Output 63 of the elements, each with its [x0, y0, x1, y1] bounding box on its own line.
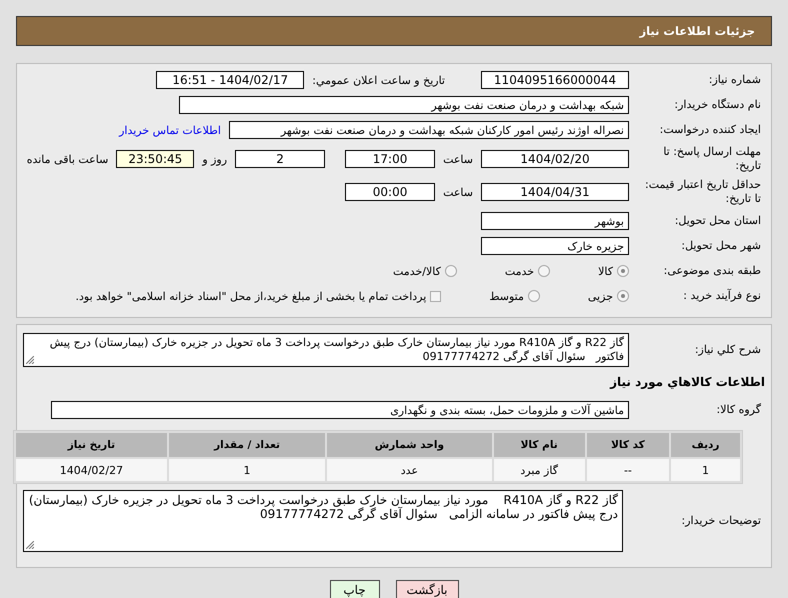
field-label: شهر محل تحويل:	[680, 239, 762, 253]
goods-group-field: ماشين آلات و ملزومات حمل، بسته بندی و نگهداری	[51, 401, 629, 419]
time-label: ساعت	[443, 186, 473, 198]
field-label: شماره نیاز:	[708, 73, 762, 87]
table-cell: عدد	[327, 459, 492, 481]
radio-label: خدمت	[504, 264, 534, 278]
requester-field: نصراله اوژند رئیس امور کارکنان شبکه بهداشت و درمان صنعت نفت بوشهر	[229, 121, 629, 139]
column-header: رديف	[671, 433, 740, 457]
column-header: واحد شمارش	[327, 433, 492, 457]
validity-date-field: 1404/04/31	[481, 183, 629, 201]
deadline-date-field: 1404/02/20	[481, 150, 629, 168]
column-header: کد کالا	[586, 433, 670, 457]
checkbox[interactable]	[430, 290, 442, 302]
deadline-time-field: 17:00	[345, 150, 436, 168]
radio-button[interactable]	[528, 290, 540, 302]
announce-date-field: 1404/02/17 - 16:51	[156, 71, 304, 89]
field-label: نام دستگاه خريدار:	[673, 98, 762, 112]
radio-label: کالا/خدمت	[393, 264, 441, 278]
city-field: جزيره خارک	[481, 237, 629, 255]
table-cell: --	[586, 459, 670, 481]
radio-label: جزیی	[588, 290, 613, 302]
table-cell: گاز مبرد	[494, 459, 585, 481]
field-label: حداقل تاريخ اعتبار قيمت: تا تاريخ:	[644, 178, 762, 206]
checkbox-label: پرداخت تمام يا بخشی از مبلغ خريد،از محل "اسناد خزانه اسلامی" خواهد بود.	[76, 290, 426, 302]
column-header: تعداد / مقدار	[168, 433, 326, 457]
time-label: ساعت	[443, 152, 473, 166]
resize-grip-icon[interactable]	[26, 541, 34, 549]
radio-button[interactable]	[617, 265, 629, 277]
description-field: گاز R22 و گاز R410A مورد نیاز بیمارستان خارک طبق درخواست پرداخت 3 ماه تحویل در جزیره خارک (بیمارستان) درج پیش فاکتور سئوال آقای گرگی 09177774272	[23, 333, 629, 367]
field-label: تاریخ و ساعت اعلان عمومي:	[312, 74, 445, 86]
field-label: شرح کلي نياز:	[694, 343, 762, 357]
radio-label: متوسط	[489, 290, 524, 302]
remaining-label: ساعت باقی مانده	[26, 152, 108, 166]
radio-button[interactable]	[444, 265, 457, 277]
validity-time-field: 00:00	[345, 183, 436, 201]
buyer-notes-field: گاز R22 و گاز R410A مورد نیاز بیمارستان خارک طبق درخواست پرداخت 3 ماه تحویل در جزیره خارک (بیمارستان) درج پیش فاکتور در سامانه الزامی سئوال آقای گرگی 09177774272	[23, 490, 623, 552]
radio-label: کالا	[598, 264, 613, 278]
field-label: نوع فرآيند خريد :	[682, 289, 762, 303]
field-label: گروه کالا:	[716, 403, 762, 417]
remaining-time-field: 23:50:45	[116, 150, 194, 168]
province-field: بوشهر	[481, 212, 629, 230]
field-label: استان محل تحويل:	[674, 214, 762, 228]
column-header: نام کالا	[494, 433, 585, 457]
page-header: جزئیات اطلاعات نیاز	[16, 16, 772, 46]
field-label: طبقه بندی موضوعی:	[662, 264, 762, 278]
radio-button[interactable]	[538, 265, 550, 277]
print-button[interactable]: چاپ	[330, 580, 380, 598]
section-heading: اطلاعات کالاهاي مورد نياز	[610, 375, 765, 389]
table-cell: 1404/02/27	[16, 459, 167, 481]
need-number-field: 1104095166000044	[481, 71, 629, 89]
radio-button[interactable]	[617, 290, 629, 302]
days-field: 2	[235, 150, 326, 168]
buyer-contact-link[interactable]: اطلاعات تماس خريدار	[119, 124, 221, 136]
column-header: تاريخ نياز	[16, 433, 167, 457]
back-button[interactable]: بازگشت	[396, 580, 458, 598]
field-label: مهلت ارسال پاسخ: تا تاریخ:	[662, 145, 762, 173]
table-cell: 1	[671, 459, 740, 481]
buyer-org-field: شبکه بهداشت و درمان صنعت نفت بوشهر	[179, 96, 629, 114]
field-label: توضيحات خريدار:	[680, 514, 762, 528]
days-label: روز و	[202, 152, 228, 166]
table-cell: 1	[168, 459, 326, 481]
field-label: ايجاد کننده درخواست:	[658, 123, 762, 137]
resize-grip-icon[interactable]	[26, 356, 34, 364]
